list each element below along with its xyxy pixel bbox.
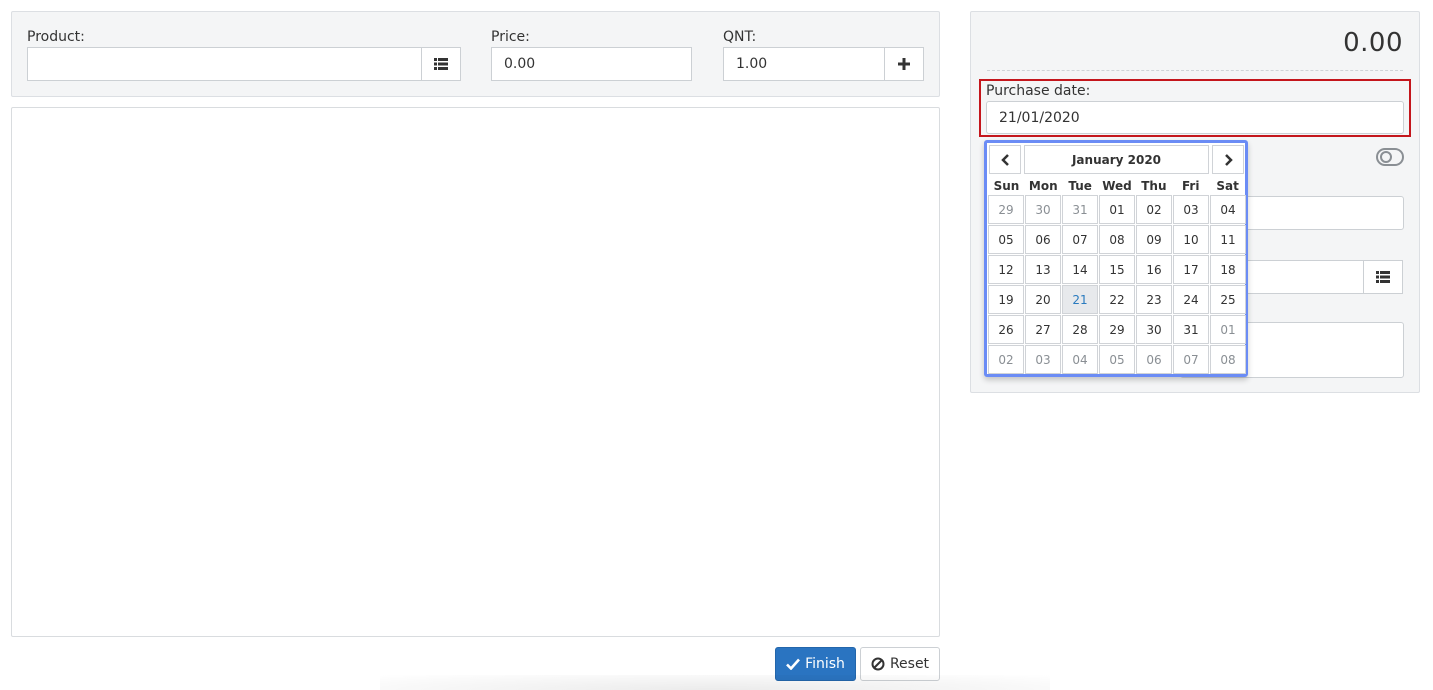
weekday-label: Tue	[1068, 179, 1092, 193]
weekday-label: Thu	[1141, 179, 1167, 193]
day-cell[interactable]: 06	[1025, 225, 1061, 254]
day-grid: 29 30 31 01 02 03 04 05 06 07 08 09 10 1…	[988, 195, 1246, 374]
day-cell[interactable]: 29	[988, 195, 1024, 224]
check-icon	[786, 658, 801, 670]
weekday-label: Fri	[1181, 179, 1200, 193]
weekday-label: Sat	[1216, 179, 1239, 193]
day-cell[interactable]: 06	[1136, 345, 1172, 374]
day-cell[interactable]: 02	[1136, 195, 1172, 224]
day-cell[interactable]: 02	[988, 345, 1024, 374]
day-cell[interactable]: 30	[1025, 195, 1061, 224]
day-cell[interactable]: 03	[1173, 195, 1209, 224]
next-month-button[interactable]	[1212, 145, 1244, 174]
price-input[interactable]: 0.00	[491, 47, 692, 81]
product-entry-panel: Product: Price: 0.00 QNT: 1.00	[11, 11, 940, 97]
day-cell[interactable]: 08	[1099, 225, 1135, 254]
day-cell[interactable]: 03	[1025, 345, 1061, 374]
day-cell[interactable]: 11	[1210, 225, 1246, 254]
day-cell-selected[interactable]: 21	[1062, 285, 1098, 314]
day-cell[interactable]: 22	[1099, 285, 1135, 314]
datepicker: January 2020 Sun Mon Tue Wed Thu Fri Sat…	[984, 140, 1248, 377]
day-cell[interactable]: 01	[1099, 195, 1135, 224]
day-cell[interactable]: 31	[1062, 195, 1098, 224]
day-cell[interactable]: 08	[1210, 345, 1246, 374]
day-cell[interactable]: 30	[1136, 315, 1172, 344]
plus-icon	[898, 58, 910, 70]
day-cell[interactable]: 04	[1062, 345, 1098, 374]
purchase-date-label: Purchase date:	[986, 83, 1091, 99]
list-icon	[1376, 271, 1390, 283]
day-cell[interactable]: 15	[1099, 255, 1135, 284]
product-label: Product:	[27, 29, 85, 45]
ban-icon	[871, 657, 885, 671]
day-cell[interactable]: 07	[1062, 225, 1098, 254]
day-cell[interactable]: 24	[1173, 285, 1209, 314]
day-cell[interactable]: 26	[988, 315, 1024, 344]
day-cell[interactable]: 05	[988, 225, 1024, 254]
month-title[interactable]: January 2020	[1024, 145, 1209, 174]
product-input[interactable]	[27, 47, 422, 81]
day-cell[interactable]: 23	[1136, 285, 1172, 314]
weekday-header: Sun Mon Tue Wed Thu Fri Sat	[988, 177, 1246, 195]
qnt-input[interactable]: 1.00	[723, 47, 885, 81]
list-icon	[434, 58, 448, 70]
side-field-1[interactable]	[1245, 196, 1404, 230]
day-cell[interactable]: 12	[988, 255, 1024, 284]
day-cell[interactable]: 27	[1025, 315, 1061, 344]
toggle-knob	[1380, 151, 1392, 163]
side-field-2[interactable]	[1245, 260, 1365, 294]
add-product-button[interactable]	[884, 47, 924, 81]
day-cell[interactable]: 14	[1062, 255, 1098, 284]
day-cell[interactable]: 09	[1136, 225, 1172, 254]
day-cell[interactable]: 18	[1210, 255, 1246, 284]
bottom-shadow	[380, 675, 1050, 690]
purchase-date-group: Purchase date: 21/01/2020	[979, 79, 1411, 137]
chevron-right-icon	[1224, 153, 1233, 166]
purchase-date-input[interactable]: 21/01/2020	[986, 101, 1404, 134]
weekday-label: Mon	[1028, 179, 1058, 193]
product-list-button[interactable]	[421, 47, 461, 81]
day-cell[interactable]: 04	[1210, 195, 1246, 224]
day-cell[interactable]: 29	[1099, 315, 1135, 344]
items-list-panel	[11, 107, 940, 637]
day-cell[interactable]: 20	[1025, 285, 1061, 314]
day-cell[interactable]: 19	[988, 285, 1024, 314]
prev-month-button[interactable]	[989, 145, 1021, 174]
day-cell[interactable]: 25	[1210, 285, 1246, 314]
toggle-switch[interactable]	[1376, 148, 1404, 166]
day-cell[interactable]: 05	[1099, 345, 1135, 374]
divider	[987, 70, 1403, 71]
qnt-label: QNT:	[723, 29, 757, 45]
day-cell[interactable]: 01	[1210, 315, 1246, 344]
day-cell[interactable]: 31	[1173, 315, 1209, 344]
price-label: Price:	[491, 29, 530, 45]
day-cell[interactable]: 17	[1173, 255, 1209, 284]
total-amount: 0.00	[1343, 28, 1403, 58]
weekday-label: Wed	[1102, 179, 1132, 193]
day-cell[interactable]: 13	[1025, 255, 1061, 284]
side-list-button[interactable]	[1363, 260, 1403, 294]
day-cell[interactable]: 16	[1136, 255, 1172, 284]
finish-label: Finish	[805, 656, 845, 672]
day-cell[interactable]: 10	[1173, 225, 1209, 254]
reset-label: Reset	[889, 656, 930, 672]
day-cell[interactable]: 28	[1062, 315, 1098, 344]
chevron-left-icon	[1000, 153, 1009, 166]
day-cell[interactable]: 07	[1173, 345, 1209, 374]
weekday-label: Sun	[993, 179, 1020, 193]
